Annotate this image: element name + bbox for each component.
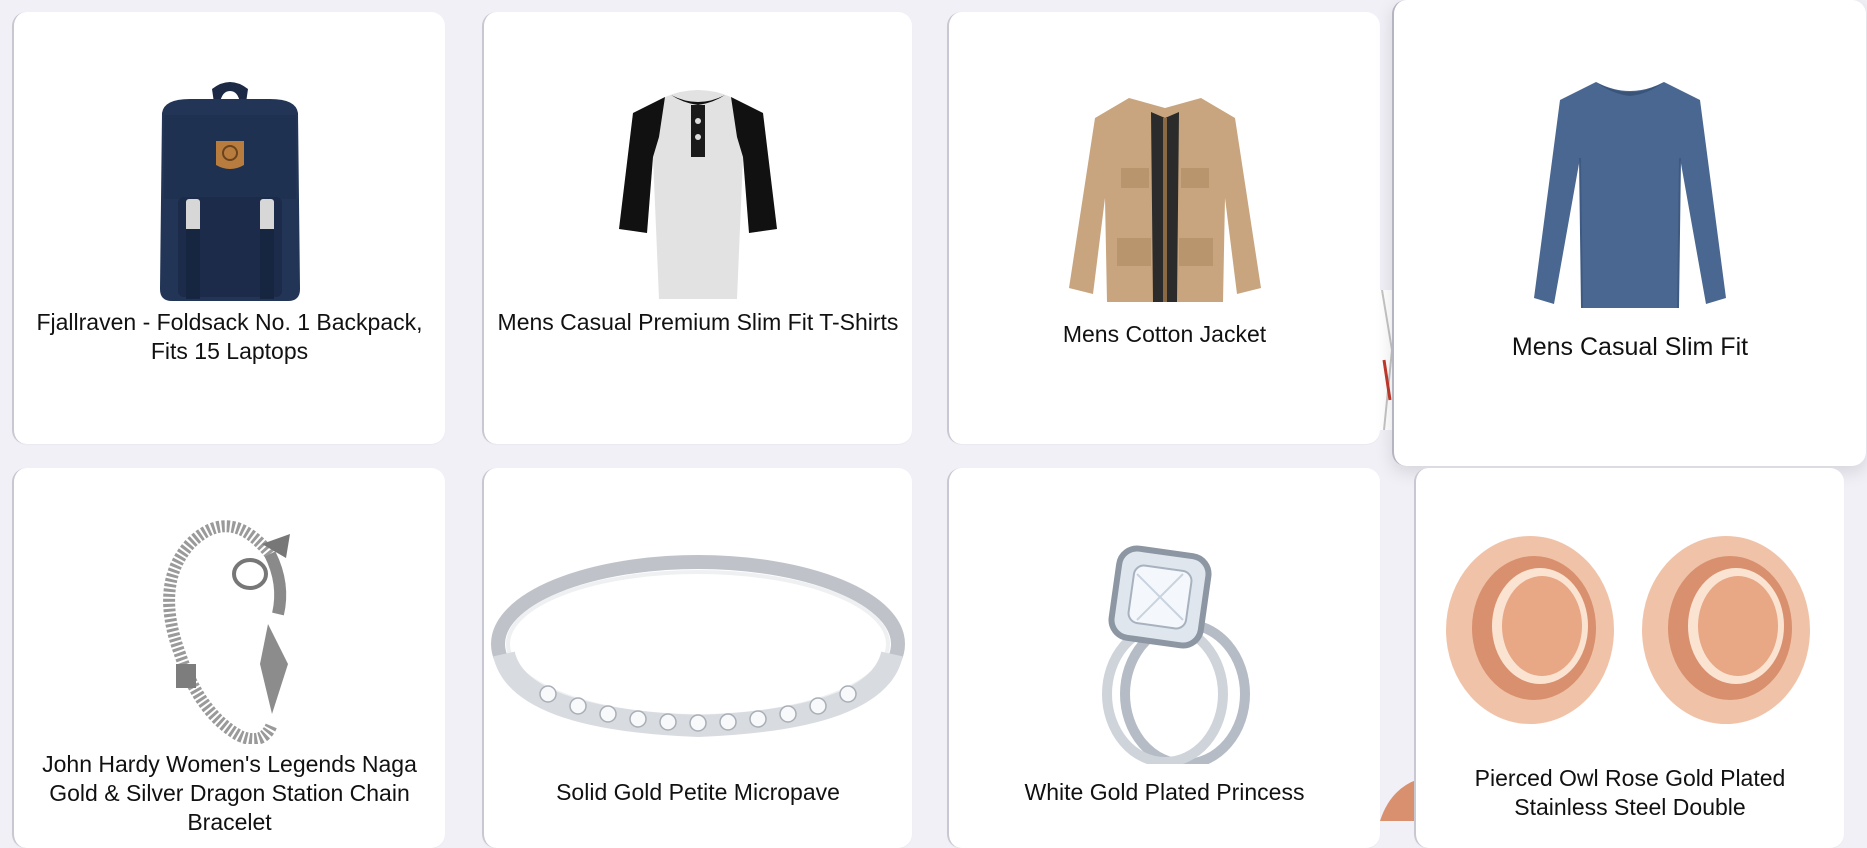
backpack-image [159,82,300,301]
product-card[interactable]: Solid Gold Petite Micropave [482,468,912,848]
product-card[interactable]: Pierced Owl Rose Gold Plated Stainless S… [1414,468,1844,848]
engagement-ring-image [1101,545,1250,764]
product-image [949,544,1380,764]
longsleeve-image [1534,82,1726,309]
tunnel-plugs-image [1446,536,1810,724]
product-title: Mens Cotton Jacket [1062,321,1267,347]
product-title: Pierced Owl Rose Gold Plated Stainless S… [1474,765,1786,820]
product-title: Solid Gold Petite Micropave [556,779,840,805]
product-image [1394,72,1866,322]
bracelet-image [162,520,290,744]
product-card[interactable]: John Hardy Women's Legends Naga Gold & S… [12,468,445,848]
product-image [14,514,445,744]
product-grid: Fjallraven - Foldsack No. 1 Backpack, Fi… [0,0,1867,848]
product-image [14,74,445,314]
tshirt-image [619,90,777,299]
jacket-image [1068,98,1261,302]
product-title: Mens Casual Premium Slim Fit T-Shirts [497,309,899,335]
product-title: Fjallraven - Foldsack No. 1 Backpack, Fi… [36,309,423,364]
product-image [1416,530,1844,730]
product-title: John Hardy Women's Legends Naga Gold & S… [42,751,417,835]
product-image [484,544,912,744]
ring-band-image [491,555,905,738]
background-fragment [1380,780,1416,821]
product-card[interactable]: Mens Casual Premium Slim Fit T-Shirts [482,12,912,444]
product-image [949,88,1380,318]
product-card[interactable]: Mens Cotton Jacket [947,12,1380,444]
product-title: White Gold Plated Princess [1024,779,1305,805]
product-title: Mens Casual Slim Fit [1511,333,1749,361]
product-card[interactable]: Fjallraven - Foldsack No. 1 Backpack, Fi… [12,12,445,444]
product-image [484,74,912,314]
product-card[interactable]: White Gold Plated Princess [947,468,1380,848]
product-card[interactable]: Mens Casual Slim Fit [1392,0,1866,466]
